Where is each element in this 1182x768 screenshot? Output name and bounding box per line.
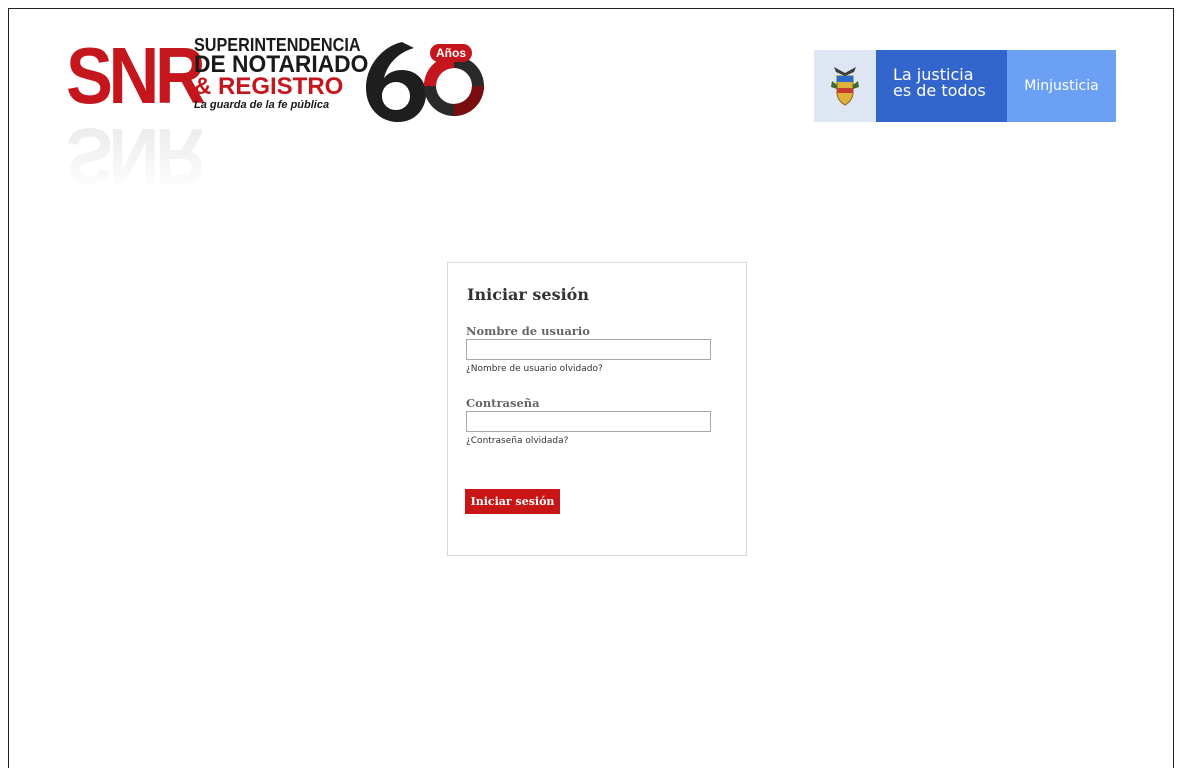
username-input[interactable] bbox=[466, 339, 711, 360]
minjusticia-name: Minjusticia bbox=[1007, 50, 1116, 122]
colombia-coat-of-arms-icon bbox=[831, 67, 859, 106]
minjusticia-shield-panel bbox=[814, 50, 876, 122]
forgot-password-link[interactable]: ¿Contraseña olvidada? bbox=[466, 436, 568, 446]
snr-logo-letters: SNR bbox=[66, 31, 206, 120]
login-submit-button[interactable]: Iniciar sesión bbox=[465, 489, 560, 514]
anniversary-60-logo: Años bbox=[366, 42, 484, 122]
login-card: Iniciar sesión Nombre de usuario ¿Nombre… bbox=[447, 262, 747, 556]
snr-logo-text: SUPERINTENDENCIA DE NOTARIADO & REGISTRO… bbox=[194, 36, 379, 112]
slogan-line2: es de todos bbox=[893, 81, 986, 100]
snr-logo-line3: & REGISTRO bbox=[194, 73, 344, 100]
anniversary-label: Años bbox=[436, 46, 466, 60]
snr-logo-tagline: La guarda de la fe pública bbox=[194, 99, 330, 111]
password-input[interactable] bbox=[466, 411, 711, 432]
minjusticia-banner: La justicia es de todos Minjusticia bbox=[814, 50, 1116, 122]
snr-logo-reflection: SNR bbox=[66, 112, 202, 201]
snr-logo-line2: DE NOTARIADO bbox=[194, 51, 369, 78]
minjusticia-slogan: La justicia es de todos bbox=[876, 50, 1007, 122]
login-title: Iniciar sesión bbox=[467, 285, 589, 304]
password-label: Contraseña bbox=[466, 396, 540, 410]
snr-logo: SNR SNR SUPERINTENDENCIA DE NOTARIADO & … bbox=[66, 31, 486, 201]
forgot-username-link[interactable]: ¿Nombre de usuario olvidado? bbox=[466, 364, 603, 374]
username-label: Nombre de usuario bbox=[466, 324, 590, 338]
